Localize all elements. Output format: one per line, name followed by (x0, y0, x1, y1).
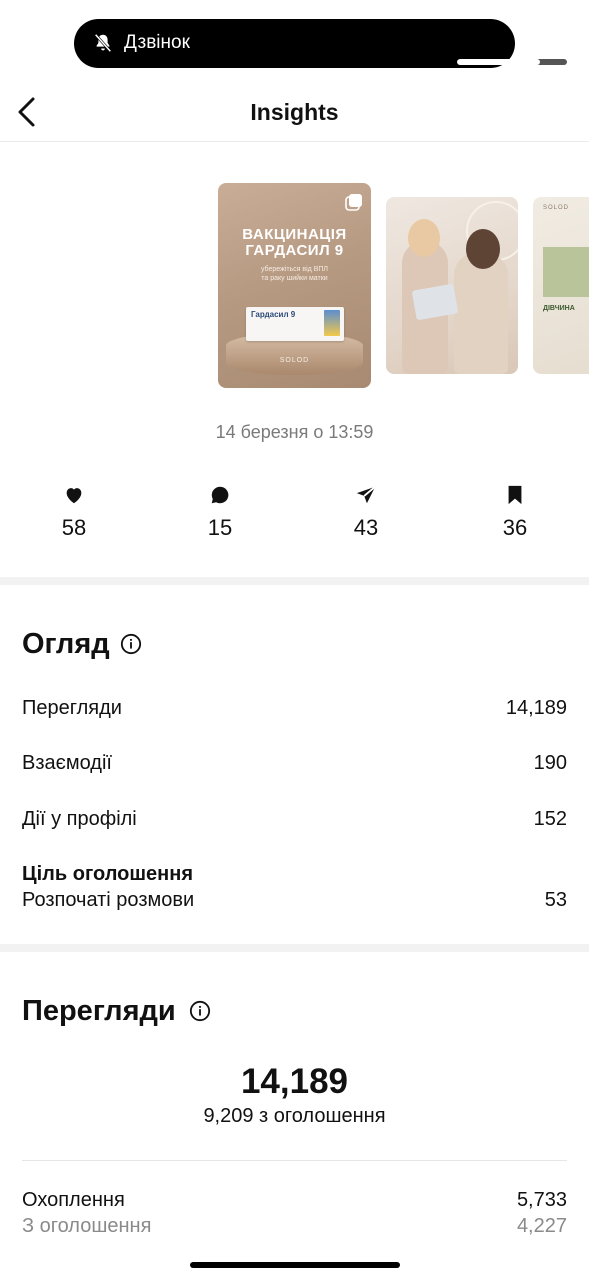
info-icon[interactable] (120, 633, 142, 655)
call-progress-fill (457, 59, 540, 65)
row-value: 53 (544, 889, 567, 911)
saves-stat: 36 (475, 484, 555, 541)
carousel-slide-girl[interactable]: SOLOD ДІВЧИНА (533, 197, 589, 374)
carousel-slide-vaccination[interactable]: ВАКЦИНАЦІЯ ГАРДАСИЛ 9 убережіться від ВП… (218, 183, 371, 388)
header: Insights (0, 82, 589, 142)
tablet-graphic (411, 283, 459, 321)
vaccine-box-label: Гардасил 9 (251, 310, 296, 319)
person-head (408, 219, 440, 257)
shares-stat: 43 (326, 484, 406, 541)
slide-title: ВАКЦИНАЦІЯ ГАРДАСИЛ 9 (242, 226, 347, 259)
section-divider (0, 577, 589, 585)
slide-brand: SOLOD (279, 357, 310, 364)
row-value: 14,189 (505, 697, 567, 719)
bookmark-icon (508, 485, 522, 505)
row-label: Взаємодії (22, 752, 112, 774)
row-value: 190 (533, 752, 567, 774)
person-head (466, 229, 500, 269)
likes-stat: 58 (34, 484, 114, 541)
overview-row-interactions[interactable]: Взаємодії 190 (22, 750, 567, 776)
row-label: Перегляди (22, 697, 122, 719)
reach-ads-row: З оголошення 4,227 (22, 1213, 567, 1239)
home-indicator[interactable] (190, 1262, 400, 1268)
comment-icon (211, 486, 229, 504)
portrait-photo (543, 247, 589, 297)
views-total: 14,189 (240, 1062, 349, 1101)
row-value: 4,227 (516, 1215, 567, 1237)
person-figure (454, 253, 508, 374)
row-label: Охоплення (22, 1189, 125, 1211)
slide-label: ДІВЧИНА (543, 305, 575, 312)
row-value: 152 (533, 808, 567, 830)
carousel-slide-doctors-photo[interactable] (386, 197, 518, 374)
views-from-ads: 9,209 з оголошення (203, 1105, 386, 1127)
slide-subtitle: убережіться від ВПЛ та раку шийки матки (260, 266, 329, 282)
saves-count: 36 (502, 515, 528, 540)
row-label: Дії у профілі (22, 808, 137, 830)
overview-row-conversations[interactable]: Розпочаті розмови 53 (22, 887, 567, 913)
section-divider (0, 944, 589, 952)
ad-goal-heading: Ціль оголошення (22, 861, 567, 887)
multiple-media-icon (345, 194, 362, 211)
send-icon (356, 486, 376, 504)
call-progress-bar (457, 59, 567, 65)
post-carousel[interactable]: ВАКЦИНАЦІЯ ГАРДАСИЛ 9 убережіться від ВП… (0, 183, 589, 388)
ad-goal-title: Ціль оголошення (22, 863, 194, 885)
post-date: 14 березня о 13:59 (215, 422, 374, 442)
views-divider (22, 1160, 567, 1161)
row-label: З оголошення (22, 1215, 152, 1237)
heart-icon (66, 488, 82, 504)
engagement-stats: 58 15 43 36 (0, 484, 589, 544)
reach-row[interactable]: Охоплення 5,733 (22, 1187, 567, 1213)
shares-count: 43 (353, 515, 379, 540)
slide-brand: SOLOD (543, 205, 570, 211)
call-label: Дзвінок (124, 32, 190, 53)
row-label: Розпочаті розмови (22, 889, 195, 911)
overview-title: Огляд (22, 628, 110, 660)
info-icon[interactable] (189, 1000, 211, 1022)
page-title: Insights (250, 99, 339, 125)
views-title: Перегляди (22, 995, 176, 1027)
row-value: 5,733 (516, 1189, 567, 1211)
likes-count: 58 (61, 515, 87, 540)
header-divider (0, 141, 589, 142)
comments-stat: 15 (180, 484, 260, 541)
overview-row-views[interactable]: Перегляди 14,189 (22, 695, 567, 721)
overview-row-profile-actions[interactable]: Дії у профілі 152 (22, 806, 567, 832)
bell-muted-icon (94, 33, 112, 53)
vaccine-box-graphic: Гардасил 9 (246, 307, 344, 341)
call-status-pill[interactable]: Дзвінок (74, 19, 567, 68)
vaccine-box-stripe (324, 310, 340, 336)
comments-count: 15 (207, 515, 233, 540)
